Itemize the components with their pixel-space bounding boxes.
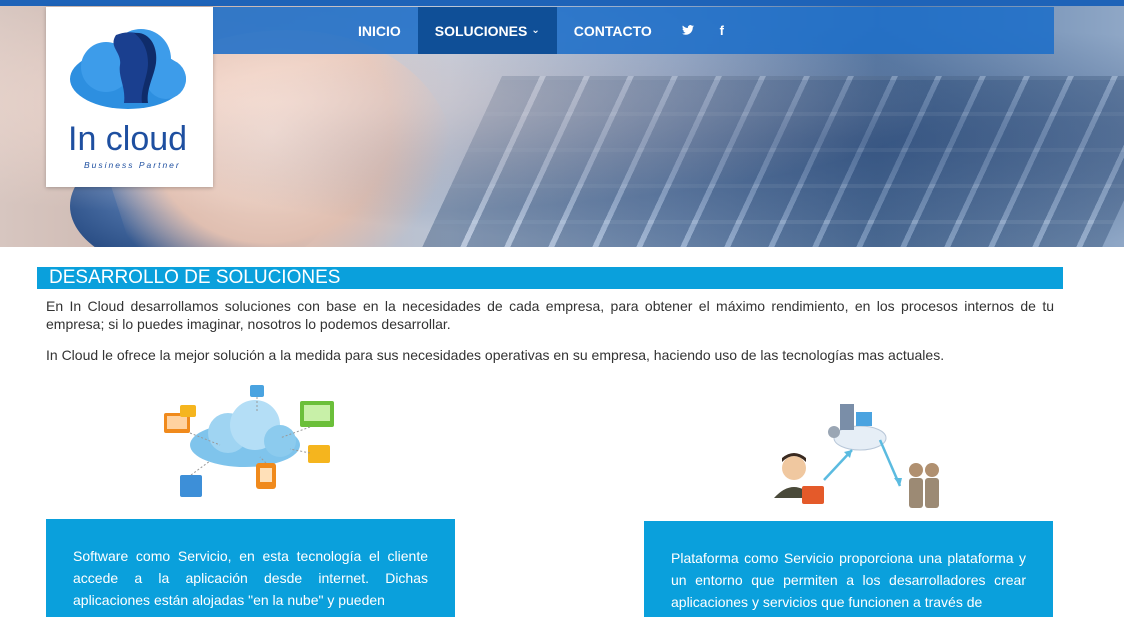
server-cloud-icon [828, 404, 887, 451]
wifi-icon [180, 405, 196, 417]
brand-tagline: Business Partner [84, 160, 181, 170]
section-title: DESARROLLO DE SOLUCIONES [37, 267, 1063, 289]
facebook-icon[interactable]: f [707, 23, 737, 38]
developer-icon [774, 453, 824, 504]
cloud-icon [190, 400, 300, 467]
nav-item-label: CONTACTO [573, 22, 652, 39]
logo[interactable]: In cloud Business Partner [46, 7, 213, 187]
cloud-services-illustration [160, 383, 340, 503]
saas-card-text: Software como Servicio, en esta tecnolog… [73, 548, 428, 608]
nav-item-contacto[interactable]: CONTACTO [563, 7, 663, 54]
paas-card-text: Plataforma como Servicio proporciona una… [671, 550, 1026, 610]
chevron-down-icon: ⌄ [531, 25, 540, 36]
platform-illustration [768, 398, 948, 513]
nav-item-label: INICIO [358, 22, 401, 39]
intro-paragraph: En In Cloud desarrollamos soluciones con… [46, 298, 1054, 332]
main-nav: INICIO SOLUCIONES ⌄ CONTACTO f [213, 7, 1054, 54]
twitter-icon[interactable] [673, 23, 703, 38]
apps-icon [308, 445, 330, 463]
saas-card: Software como Servicio, en esta tecnolog… [46, 519, 455, 617]
nav-item-label: SOLUCIONES [434, 22, 528, 39]
cloud-logo-icon: In cloud Business Partner [68, 29, 187, 170]
toolbox-icon [802, 486, 824, 504]
mail-icon [250, 385, 264, 397]
users-icon [909, 463, 939, 508]
paas-card: Plataforma como Servicio proporciona una… [644, 521, 1053, 617]
server-icon [180, 475, 202, 497]
brand-name: In cloud [68, 120, 187, 158]
nav-item-inicio[interactable]: INICIO [347, 7, 412, 54]
offer-paragraph: In Cloud le ofrece la mejor solución a l… [46, 347, 945, 363]
nav-item-soluciones[interactable]: SOLUCIONES ⌄ [417, 7, 557, 54]
